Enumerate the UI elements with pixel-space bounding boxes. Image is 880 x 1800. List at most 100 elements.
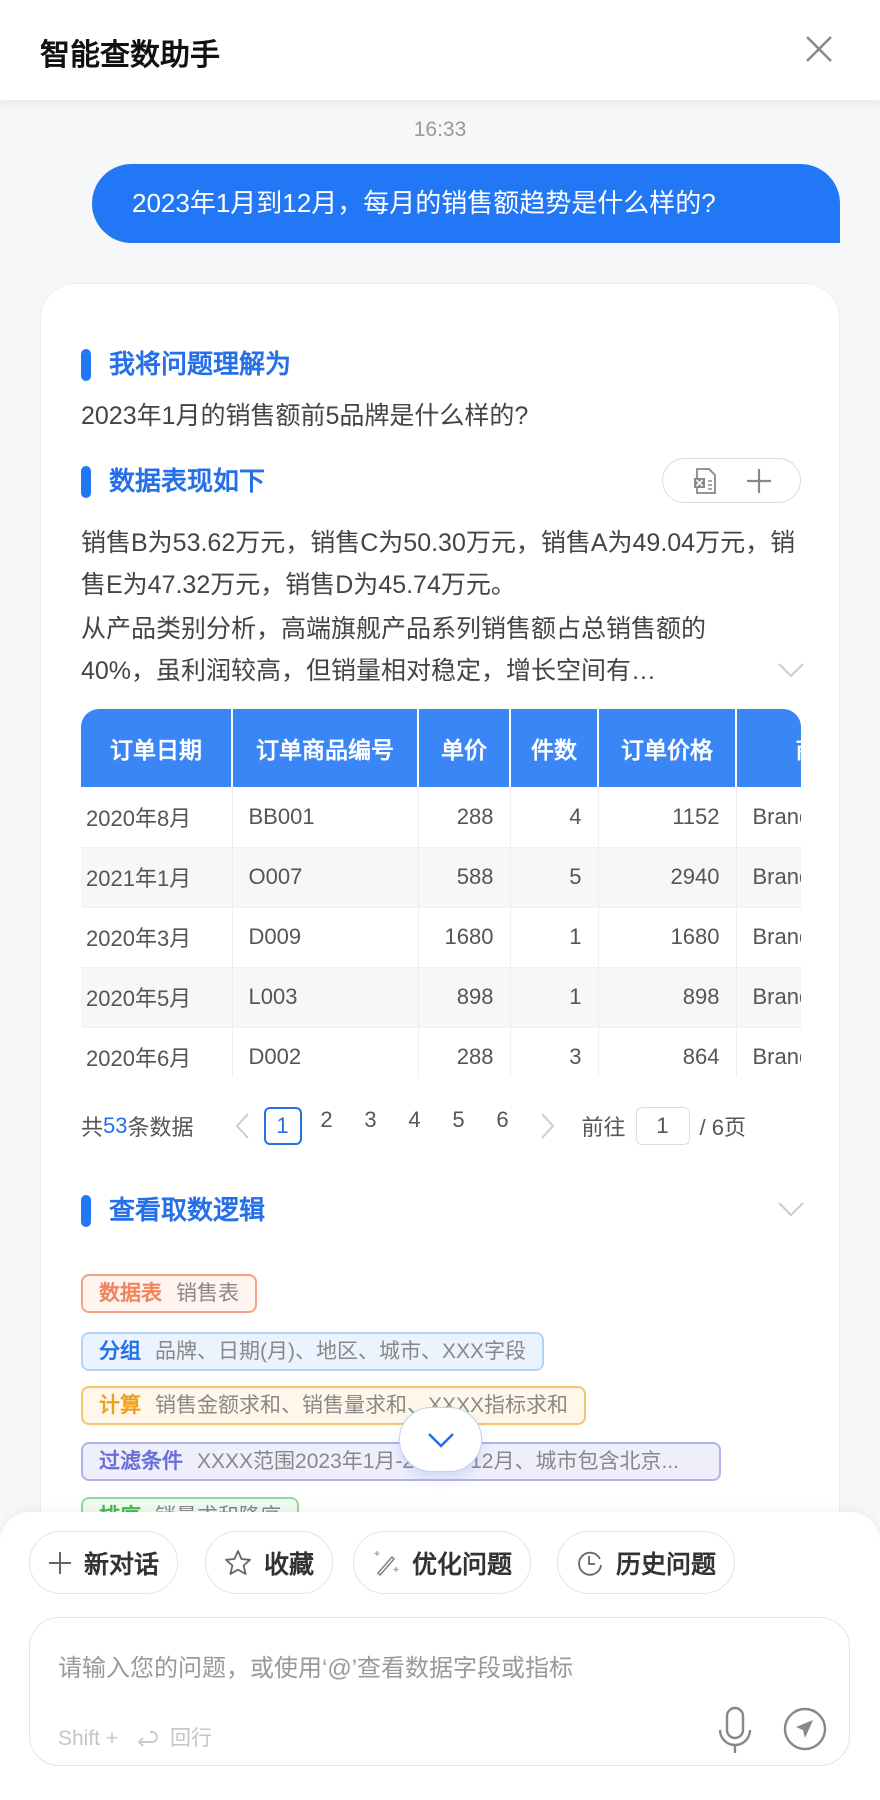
collapse-logic-chevron-icon[interactable] bbox=[776, 1200, 806, 1218]
table-cell: L003 bbox=[232, 967, 419, 1028]
tag-label: 分组 bbox=[99, 1340, 141, 1363]
table-cell: D009 bbox=[232, 907, 419, 968]
hint-shift: Shift + bbox=[58, 1727, 119, 1750]
logic-tag: 计算 销售金额求和、销售量求和、XXXX指标求和 bbox=[81, 1386, 587, 1425]
table-row: 2020年8月BB00128841152Brand bbox=[81, 787, 801, 848]
table-cell: 898 bbox=[418, 967, 511, 1028]
column-header: 单价 bbox=[418, 709, 511, 787]
page-1-button[interactable]: 1 bbox=[263, 1107, 302, 1145]
table-cell: 898 bbox=[598, 967, 737, 1028]
prev-page-icon[interactable] bbox=[232, 1111, 254, 1141]
total-pages: / 6页 bbox=[699, 1115, 746, 1140]
table-cell: 2020年8月 bbox=[81, 787, 233, 848]
table-cell: 1 bbox=[510, 907, 599, 968]
table-cell: 1680 bbox=[418, 907, 511, 968]
table-cell: Brand bbox=[736, 1027, 801, 1077]
tag-value: 品牌、日期(月)、地区、城市、XXX字段 bbox=[155, 1340, 527, 1363]
user-message-bubble: 2023年1月到12月，每月的销售额趋势是什么样的? bbox=[92, 164, 840, 243]
table-cell: 1680 bbox=[598, 907, 737, 968]
tag-value: 销售表 bbox=[176, 1282, 239, 1305]
table-cell: O007 bbox=[232, 847, 419, 908]
microphone-icon[interactable] bbox=[715, 1706, 755, 1756]
table-cell: Brand bbox=[736, 907, 801, 968]
question-input[interactable]: 请输入您的问题，或使用‘@’查看数据字段或指标 Shift + 回行 bbox=[29, 1617, 850, 1766]
tag-label: 数据表 bbox=[99, 1282, 162, 1305]
answer-card: 我将问题理解为 2023年1月的销售额前5品牌是什么样的? 数据表现如下 销售B… bbox=[40, 283, 840, 1583]
table-row: 2020年5月L0038981898Brand bbox=[81, 967, 801, 1028]
star-icon bbox=[225, 1549, 251, 1575]
excel-export-icon[interactable] bbox=[690, 466, 720, 496]
favorite-button[interactable]: 收藏 bbox=[205, 1531, 334, 1594]
table-row: 2021年1月O00758852940Brand bbox=[81, 847, 801, 908]
goto-label: 前往 bbox=[581, 1115, 626, 1140]
total-count: 53 bbox=[103, 1113, 128, 1138]
bottom-panel: 新对话 收藏 优化问题 历史问题 请输入您的问题，或使用‘@’查看数据字段或指标… bbox=[0, 1512, 880, 1800]
column-header: 商品 bbox=[736, 709, 801, 787]
scroll-down-button[interactable] bbox=[399, 1407, 482, 1472]
table-cell: 288 bbox=[418, 787, 511, 848]
table-cell: 3 bbox=[510, 1027, 599, 1077]
table-cell: Brand bbox=[736, 967, 801, 1028]
plus-icon[interactable] bbox=[745, 467, 773, 495]
new-chat-button[interactable]: 新对话 bbox=[29, 1531, 179, 1594]
button-label: 优化问题 bbox=[412, 1550, 513, 1579]
button-label: 收藏 bbox=[264, 1550, 315, 1579]
return-icon bbox=[137, 1731, 158, 1748]
table-row: 2020年3月D009168011680Brand bbox=[81, 907, 801, 968]
history-clock-icon bbox=[578, 1551, 602, 1576]
table-cell: BB001 bbox=[232, 787, 419, 848]
input-placeholder: 请输入您的问题，或使用‘@’查看数据字段或指标 bbox=[58, 1655, 574, 1682]
app-header: 智能查数助手 bbox=[0, 0, 880, 100]
total-suffix: 条数据 bbox=[127, 1115, 194, 1140]
page-3-button[interactable]: 3 bbox=[352, 1107, 390, 1145]
column-header: 订单日期 bbox=[81, 709, 233, 787]
table-cell: 2020年3月 bbox=[81, 907, 233, 968]
table-cell: Brand bbox=[736, 847, 801, 908]
tag-label: 过滤条件 bbox=[99, 1450, 183, 1473]
table-cell: 2020年6月 bbox=[81, 1027, 233, 1077]
message-timestamp: 16:33 bbox=[413, 118, 467, 141]
logic-tag: 数据表 销售表 bbox=[81, 1274, 257, 1313]
expand-chevron-icon[interactable] bbox=[776, 661, 806, 679]
data-table: 订单日期订单商品编号单价件数订单价格商品 2020年8月BB0012884115… bbox=[81, 709, 801, 1077]
section-title-data: 数据表现如下 bbox=[81, 465, 265, 498]
table-cell: 1 bbox=[510, 967, 599, 1028]
column-header: 订单价格 bbox=[598, 709, 737, 787]
tag-value: 销售金额求和、销售量求和、XXXX指标求和 bbox=[155, 1394, 569, 1417]
next-page-icon[interactable] bbox=[536, 1111, 558, 1141]
table-tools bbox=[662, 458, 801, 503]
section-title-logic: 查看取数逻辑 bbox=[81, 1194, 265, 1227]
button-label: 新对话 bbox=[84, 1550, 160, 1579]
page-6-button[interactable]: 6 bbox=[484, 1107, 522, 1145]
table-cell: 864 bbox=[598, 1027, 737, 1077]
app-title: 智能查数助手 bbox=[40, 39, 220, 72]
table-cell: 2940 bbox=[598, 847, 737, 908]
table-cell: 2021年1月 bbox=[81, 847, 233, 908]
pagination: 共 53 条数据 123456 前往 1 / 6页 bbox=[81, 1106, 801, 1146]
newline-hint: Shift + 回行 bbox=[58, 1722, 212, 1752]
table-cell: 2020年5月 bbox=[81, 967, 233, 1028]
hint-newline: 回行 bbox=[169, 1727, 212, 1750]
column-header: 件数 bbox=[510, 709, 599, 787]
analysis-text: 从产品类别分析，高端旗舰产品系列销售额占总销售额的40%，虽利润较高，但销量相对… bbox=[81, 615, 707, 685]
page-2-button[interactable]: 2 bbox=[308, 1107, 346, 1145]
table-cell: 288 bbox=[418, 1027, 511, 1077]
send-icon[interactable] bbox=[782, 1706, 828, 1752]
goto-page-input[interactable]: 1 bbox=[635, 1107, 690, 1145]
total-prefix: 共 bbox=[81, 1115, 104, 1140]
close-icon[interactable] bbox=[802, 32, 836, 66]
understood-question: 2023年1月的销售额前5品牌是什么样的? bbox=[81, 402, 529, 430]
button-label: 历史问题 bbox=[616, 1550, 717, 1579]
plus-icon bbox=[49, 1551, 71, 1574]
optimize-question-button[interactable]: 优化问题 bbox=[353, 1531, 532, 1594]
table-cell: 588 bbox=[418, 847, 511, 908]
history-button[interactable]: 历史问题 bbox=[557, 1531, 736, 1594]
logic-tag: 分组 品牌、日期(月)、地区、城市、XXX字段 bbox=[81, 1332, 545, 1371]
section-title-understanding: 我将问题理解为 bbox=[81, 348, 291, 381]
table-cell: Brand bbox=[736, 787, 801, 848]
page-5-button[interactable]: 5 bbox=[440, 1107, 478, 1145]
chevron-down-icon bbox=[427, 1432, 454, 1448]
table-cell: 5 bbox=[510, 847, 599, 908]
page-4-button[interactable]: 4 bbox=[396, 1107, 434, 1145]
table-row: 2020年6月D0022883864Brand bbox=[81, 1027, 801, 1077]
